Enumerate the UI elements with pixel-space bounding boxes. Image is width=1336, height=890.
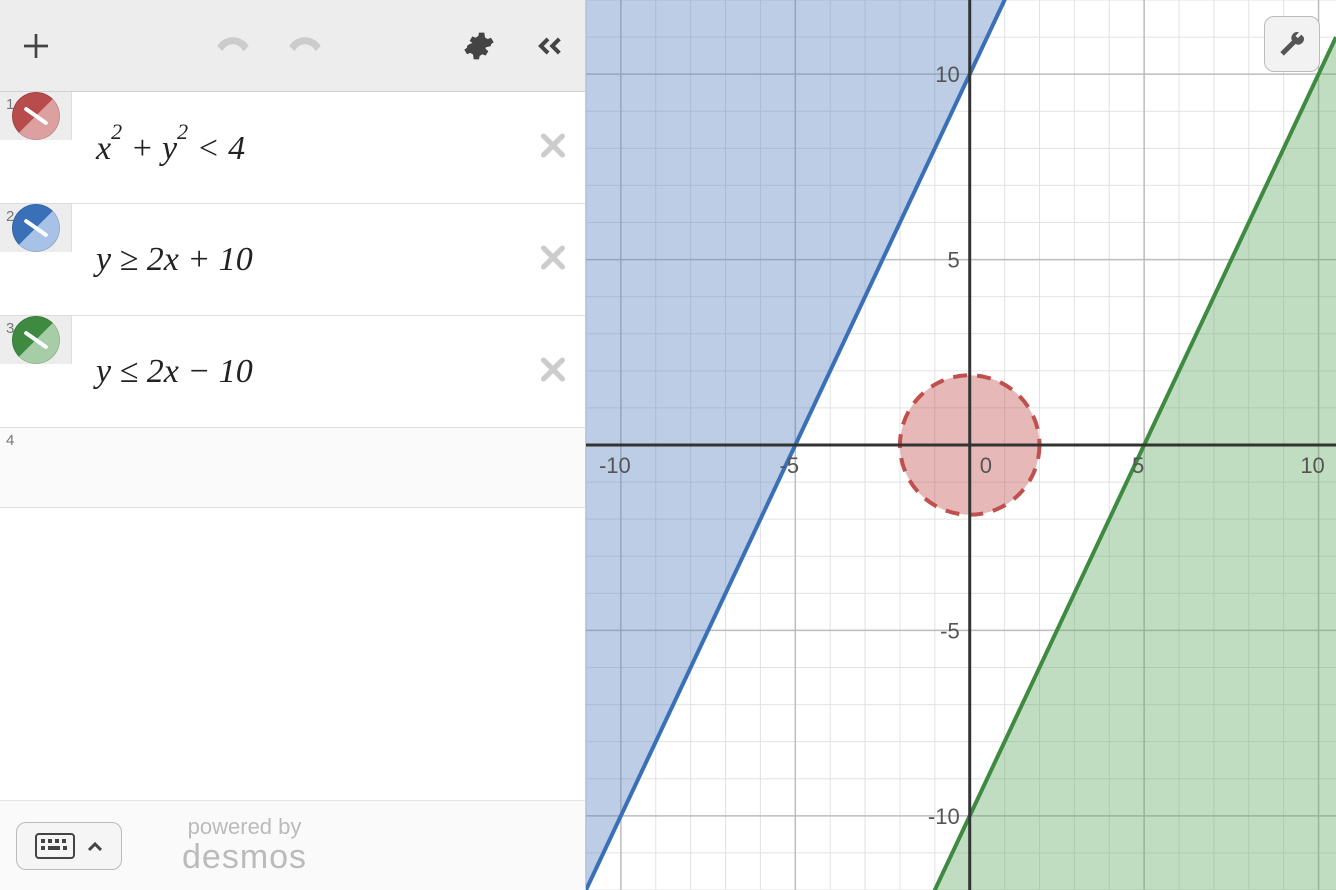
expression-list: 1 x2 + y2 < 4 2 y ≥ 2x + 10 3 y ≤ 2: [0, 92, 585, 800]
redo-button[interactable]: [284, 32, 326, 60]
keyboard-button[interactable]: [16, 822, 122, 870]
svg-text:-5: -5: [780, 453, 800, 478]
sidebar-footer: powered by desmos: [0, 800, 585, 890]
add-button[interactable]: [20, 30, 52, 62]
svg-text:-5: -5: [940, 618, 960, 643]
svg-text:10: 10: [1300, 453, 1324, 478]
toolbar: [0, 0, 585, 92]
svg-text:5: 5: [1132, 453, 1144, 478]
svg-text:-10: -10: [928, 804, 960, 829]
powered-by-label: powered by desmos: [182, 815, 307, 877]
expression-row[interactable]: 3 y ≤ 2x − 10: [0, 316, 585, 428]
expression-row-empty[interactable]: 4: [0, 428, 585, 508]
expression-panel: 1 x2 + y2 < 4 2 y ≥ 2x + 10 3 y ≤ 2: [0, 0, 586, 890]
svg-text:10: 10: [935, 62, 959, 87]
svg-text:5: 5: [947, 248, 959, 273]
delete-expression-button[interactable]: [537, 129, 569, 166]
color-swatch-icon: [12, 204, 60, 252]
wrench-icon: [1278, 30, 1306, 58]
chevron-up-icon: [87, 840, 103, 852]
svg-text:-10: -10: [599, 453, 631, 478]
color-swatch-icon: [12, 316, 60, 364]
expression-row[interactable]: 2 y ≥ 2x + 10: [0, 204, 585, 316]
delete-expression-button[interactable]: [537, 241, 569, 278]
delete-expression-button[interactable]: [537, 353, 569, 390]
expression-input[interactable]: [72, 448, 585, 488]
expression-input[interactable]: x2 + y2 < 4: [72, 107, 585, 188]
graph-svg: -10 -5 0 5 10 -10 -5 5 10: [586, 0, 1336, 890]
svg-text:0: 0: [980, 453, 992, 478]
expression-index: 4: [6, 432, 14, 449]
graph-settings-button[interactable]: [1264, 16, 1320, 72]
settings-button[interactable]: [463, 30, 495, 62]
color-swatch-icon: [12, 92, 60, 140]
graph-area[interactable]: -10 -5 0 5 10 -10 -5 5 10: [586, 0, 1336, 890]
expression-input[interactable]: y ≥ 2x + 10: [72, 221, 585, 299]
undo-button[interactable]: [212, 32, 254, 60]
expression-row[interactable]: 1 x2 + y2 < 4: [0, 92, 585, 204]
expression-input[interactable]: y ≤ 2x − 10: [72, 333, 585, 411]
collapse-panel-button[interactable]: [531, 29, 565, 63]
keyboard-icon: [35, 833, 75, 859]
